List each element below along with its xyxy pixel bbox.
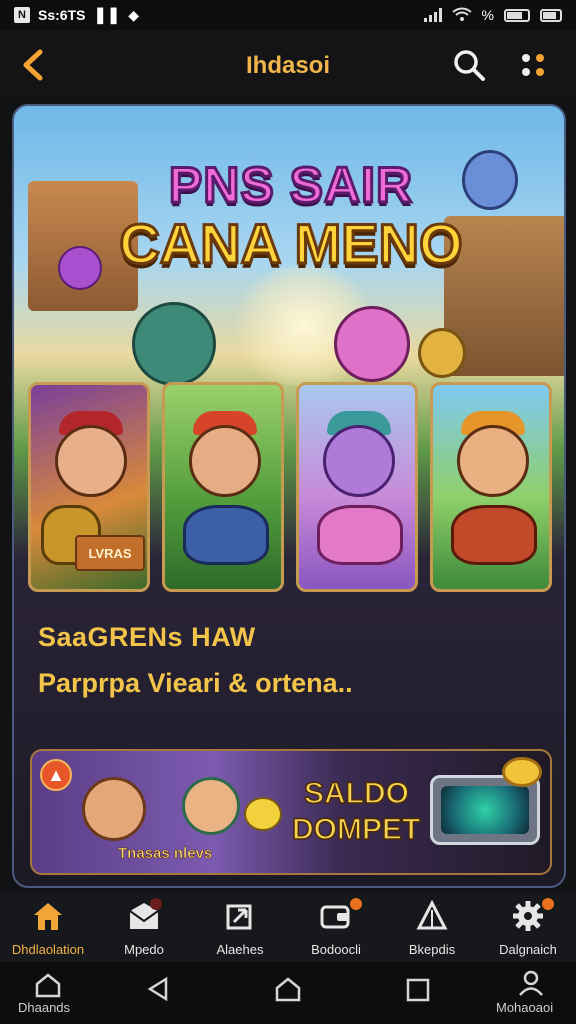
banner-caption: Tnasas nlevs (118, 845, 213, 863)
nav-item-wallet[interactable]: Bodoocli (288, 892, 384, 962)
cast-icon (540, 8, 562, 22)
banner-dompet-label: DOMPET (291, 812, 421, 847)
nav-item-home[interactable]: Dhdlaolation (0, 892, 96, 962)
app-header: Ihdasoi (0, 30, 576, 100)
system-nav-bar: Dhaands Mohaoaoi (0, 962, 576, 1024)
status-time: Ss:6TS (38, 7, 86, 23)
promo-subtitle: Parprpa Vieari & ortena.. (38, 668, 353, 698)
search-icon (454, 50, 485, 81)
mascot-wolf (132, 302, 216, 386)
banner-hero-avatar (82, 777, 146, 841)
system-left-label: Dhaands (18, 1000, 71, 1015)
home-icon (34, 903, 62, 930)
game-tile[interactable] (296, 382, 418, 592)
game-tiles: LVRAS (28, 382, 554, 592)
back-triangle-icon[interactable] (146, 976, 170, 1002)
promo-title: SaaGRENs HAW (38, 622, 256, 652)
nav-item-upload[interactable]: Alaehes (192, 892, 288, 962)
tag-icon: ◆ (128, 6, 140, 23)
game-tile[interactable] (162, 382, 284, 592)
gear-icon (513, 901, 543, 931)
notification-icon: N (14, 7, 30, 23)
home-outline-icon[interactable] (34, 972, 62, 998)
wallet-banner[interactable]: ▲ Tnasas nlevs SALDO DOMPET (30, 749, 552, 875)
wifi-icon (451, 7, 472, 21)
signal-icon (423, 8, 442, 22)
game-tile[interactable] (430, 382, 552, 592)
triangle-icon (416, 900, 448, 930)
recents-icon[interactable] (406, 978, 430, 1002)
nav-item-mail[interactable]: Mpedo (96, 892, 192, 962)
hero-title-line2: CANA MENO (118, 211, 464, 277)
nav-item-settings[interactable]: Dalgnaich (480, 892, 576, 962)
system-right-label: Mohaoaoi (496, 1000, 554, 1015)
mail-badge (150, 898, 162, 910)
upload-icon (226, 904, 252, 930)
mascot-pink (334, 306, 410, 382)
nav-item-triangle[interactable]: Bkepdis (384, 892, 480, 962)
fire-badge-icon: ▲ (40, 759, 72, 791)
more-button[interactable] (520, 52, 550, 80)
banner-hero2-avatar (182, 777, 240, 835)
battery-percent: % (481, 7, 494, 23)
mascot-dog (418, 328, 466, 378)
hero-title-line1: PNS SAIR (167, 156, 414, 215)
page-title: Ihdasoi (245, 52, 330, 79)
battery-icon (504, 8, 530, 22)
profile-icon[interactable] (518, 970, 544, 996)
bottom-nav: Dhdlaolation Mpedo Alaehes Bodoocli Bkep… (0, 892, 576, 962)
wallet-badge (350, 898, 362, 910)
game-tile[interactable]: LVRAS (28, 382, 150, 592)
settings-badge (542, 898, 554, 910)
banner-pet-image (244, 797, 282, 831)
app-icon: ❚❚ (93, 7, 121, 24)
featured-card[interactable]: PNS SAIR CANA MENO LVRAS SaaGRENs HAW Pa… (12, 104, 566, 888)
banner-saldo-label: SALDO (303, 776, 410, 811)
status-bar: N Ss:6TS ❚❚ ◆ % (0, 0, 576, 30)
wallet-icon (320, 905, 350, 929)
home-system-icon[interactable] (274, 976, 302, 1002)
tile-tag: LVRAS (75, 535, 145, 571)
search-button[interactable] (452, 48, 486, 82)
coin-icon (502, 757, 542, 787)
